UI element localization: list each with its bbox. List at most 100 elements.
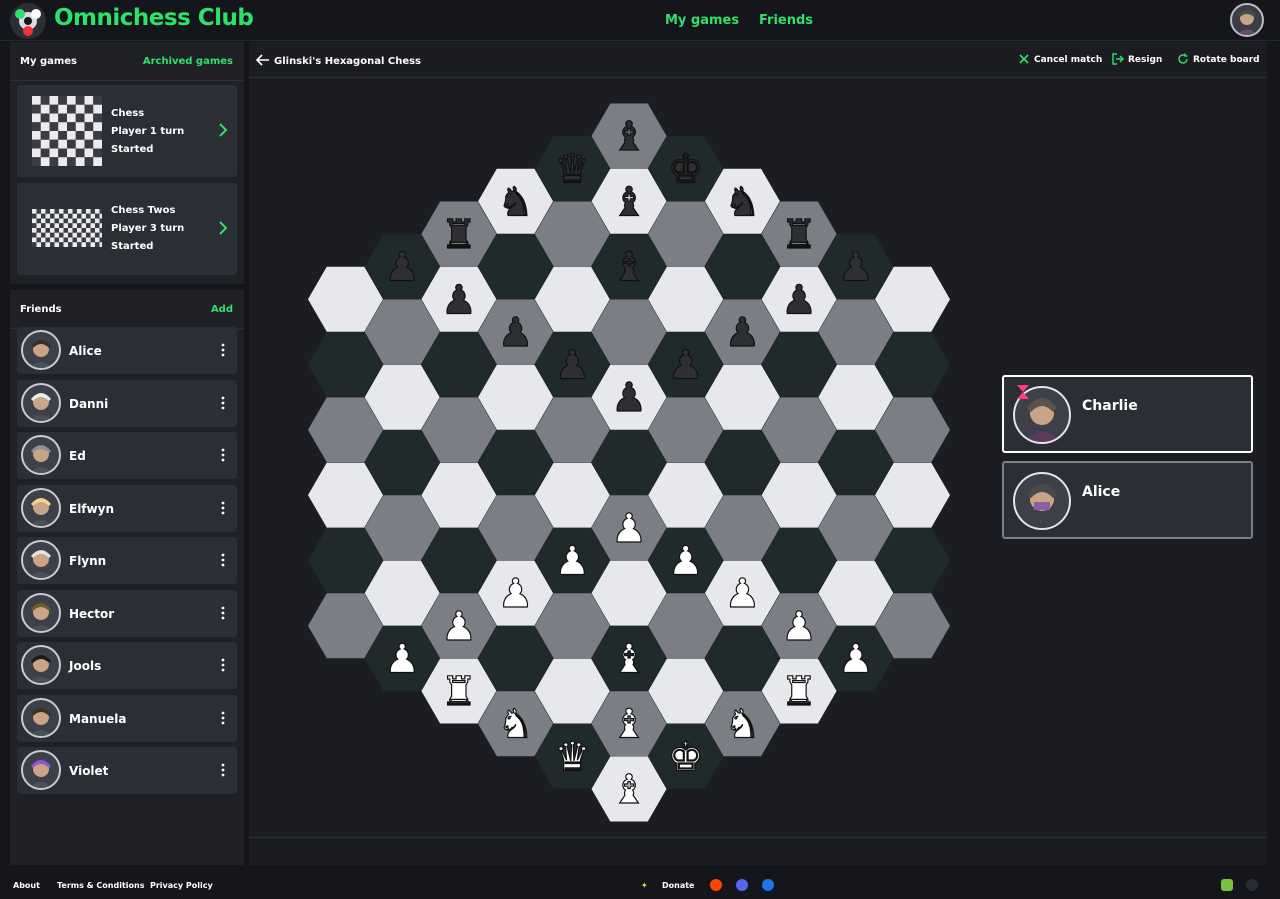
- terms-link[interactable]: Terms & Conditions: [57, 881, 144, 890]
- friends-panel: Friends Add Alice Danni Ed Elfwyn Flynn Hecto…: [10, 290, 244, 865]
- friend-avatar: [21, 750, 61, 790]
- friend-item[interactable]: Flynn: [17, 537, 237, 584]
- black-knight-piece[interactable]: ♞: [724, 179, 761, 226]
- more-options-icon[interactable]: [221, 448, 225, 462]
- black-pawn-piece[interactable]: ♟: [440, 277, 477, 324]
- friend-item[interactable]: Elfwyn: [17, 484, 237, 532]
- archived-games-link[interactable]: Archived games: [143, 56, 233, 67]
- white-rook-piece[interactable]: ♜: [781, 668, 818, 715]
- black-pawn-piece[interactable]: ♟: [610, 375, 647, 422]
- chess-board-thumbnail: [32, 96, 102, 166]
- android-icon[interactable]: [1221, 879, 1233, 891]
- white-king-piece[interactable]: ♚: [667, 734, 704, 781]
- more-options-icon[interactable]: [221, 396, 225, 410]
- white-knight-piece[interactable]: ♞: [724, 701, 761, 748]
- nav-my-games[interactable]: My games: [665, 13, 739, 28]
- white-pawn-piece[interactable]: ♟: [384, 636, 421, 683]
- white-pawn-piece[interactable]: ♟: [667, 538, 704, 585]
- white-pawn-piece[interactable]: ♟: [837, 636, 874, 683]
- more-options-icon[interactable]: [221, 711, 225, 725]
- friend-avatar: [21, 540, 61, 580]
- more-options-icon[interactable]: [221, 606, 225, 620]
- white-pawn-piece[interactable]: ♟: [440, 603, 477, 650]
- friend-item[interactable]: Danni: [17, 379, 237, 427]
- resign-button[interactable]: Resign: [1112, 53, 1162, 65]
- hexagonal-chess-board[interactable]: ♝ ♝ ♝ ♛ ♚ ♞ ♞ ♜ ♜ ♟ ♟ ♟ ♟ ♟ ♟ ♟ ♟ ♟ ♝ ♝ ♝ ♛ ♚ ♞ ♞ ♜ ♜ ♟ ♟ ♟ ♟ ♟ ♟ ♟ ♟ ♟: [249, 78, 1267, 837]
- black-rook-piece[interactable]: ♜: [781, 211, 818, 258]
- black-pawn-piece[interactable]: ♟: [667, 342, 704, 389]
- friend-item[interactable]: Ed: [17, 432, 237, 479]
- rotate-icon: [1178, 53, 1188, 64]
- white-pawn-piece[interactable]: ♟: [724, 570, 761, 617]
- black-pawn-piece[interactable]: ♟: [724, 309, 761, 356]
- chevron-right-icon: [219, 123, 228, 137]
- black-rook-piece[interactable]: ♜: [440, 211, 477, 258]
- donate-link[interactable]: Donate: [662, 881, 694, 890]
- white-bishop-piece[interactable]: ♝: [610, 766, 647, 813]
- about-link[interactable]: About: [13, 881, 40, 890]
- white-queen-piece[interactable]: ♛: [554, 734, 591, 781]
- friend-name: Flynn: [69, 554, 107, 568]
- friend-name: Elfwyn: [69, 501, 114, 516]
- match-title: Glinski's Hexagonal Chess: [274, 56, 422, 67]
- user-avatar[interactable]: [1230, 3, 1264, 37]
- black-pawn-piece[interactable]: ♟: [384, 244, 421, 291]
- more-options-icon[interactable]: [221, 553, 225, 567]
- game-status: Started: [111, 144, 154, 155]
- black-pawn-piece[interactable]: ♟: [781, 277, 818, 324]
- black-bishop-piece[interactable]: ♝: [610, 113, 647, 160]
- more-options-icon[interactable]: [221, 501, 225, 515]
- my-games-title: My games: [20, 56, 78, 67]
- black-pawn-piece[interactable]: ♟: [497, 309, 534, 356]
- privacy-link[interactable]: Privacy Policy: [150, 881, 213, 890]
- black-pawn-piece[interactable]: ♟: [837, 244, 874, 291]
- reddit-icon[interactable]: [710, 879, 722, 891]
- white-knight-piece[interactable]: ♞: [497, 701, 534, 748]
- black-knight-piece[interactable]: ♞: [497, 179, 534, 226]
- friend-name: Danni: [69, 396, 109, 411]
- sparkle-icon: ✦: [641, 881, 648, 890]
- white-pawn-piece[interactable]: ♟: [497, 570, 534, 617]
- more-options-icon[interactable]: [221, 343, 225, 357]
- more-options-icon[interactable]: [221, 658, 225, 672]
- friend-item[interactable]: Violet: [17, 747, 237, 794]
- black-queen-piece[interactable]: ♛: [554, 146, 591, 193]
- white-pawn-piece[interactable]: ♟: [610, 505, 647, 552]
- white-bishop-piece[interactable]: ♝: [610, 636, 647, 683]
- friend-name: Ed: [69, 449, 86, 463]
- white-pawn-piece[interactable]: ♟: [781, 603, 818, 650]
- nav-friends[interactable]: Friends: [759, 13, 813, 28]
- facebook-icon[interactable]: [762, 879, 774, 891]
- friend-name: Violet: [69, 764, 109, 778]
- black-bishop-piece[interactable]: ♝: [610, 179, 647, 226]
- arrow-left-icon[interactable]: [256, 54, 270, 66]
- app-title[interactable]: Omnichess Club: [54, 5, 254, 31]
- friend-item[interactable]: Hector: [17, 589, 237, 637]
- white-rook-piece[interactable]: ♜: [440, 668, 477, 715]
- cancel-match-button[interactable]: Cancel match: [1019, 54, 1102, 65]
- player-card-alice[interactable]: Alice: [1002, 461, 1253, 539]
- more-options-icon[interactable]: [221, 763, 225, 777]
- player-card-charlie[interactable]: Charlie: [1002, 375, 1253, 453]
- omnichess-logo-icon[interactable]: [10, 3, 46, 39]
- game-card-chess-twos[interactable]: Chess Twos Player 3 turn Started: [17, 183, 237, 275]
- black-king-piece[interactable]: ♚: [667, 146, 704, 193]
- black-bishop-piece[interactable]: ♝: [610, 244, 647, 291]
- game-name: Chess: [111, 108, 145, 119]
- friend-item[interactable]: Alice: [17, 327, 237, 374]
- apple-icon[interactable]: [1246, 879, 1258, 891]
- friend-item[interactable]: Jools: [17, 642, 237, 689]
- my-games-header: My games Archived games: [10, 42, 244, 81]
- game-card-chess[interactable]: Chess Player 1 turn Started: [17, 85, 237, 177]
- match-panel: Glinski's Hexagonal Chess Cancel match R…: [249, 42, 1267, 865]
- white-bishop-piece[interactable]: ♝: [610, 701, 647, 748]
- friend-avatar: [21, 592, 61, 633]
- black-pawn-piece[interactable]: ♟: [554, 342, 591, 389]
- discord-icon[interactable]: [736, 879, 748, 891]
- rotate-board-button[interactable]: Rotate board: [1178, 53, 1260, 65]
- add-friend-link[interactable]: Add: [211, 304, 233, 315]
- friend-item[interactable]: Manuela: [17, 694, 237, 742]
- friend-name: Hector: [69, 606, 115, 621]
- match-footer-divider: [249, 837, 1267, 838]
- white-pawn-piece[interactable]: ♟: [554, 538, 591, 585]
